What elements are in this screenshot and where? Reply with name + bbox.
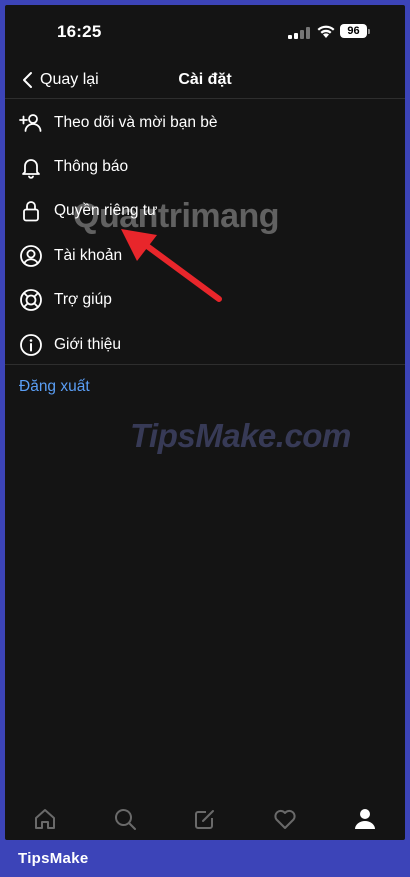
watermark-tipsmake: TipsMake.com	[130, 417, 351, 454]
menu-item-about[interactable]: Giới thiệu	[5, 323, 405, 367]
status-time: 16:25	[57, 22, 102, 41]
red-arrow-annotation	[121, 229, 222, 302]
status-bar: 16:25 96	[5, 5, 405, 59]
compose-icon[interactable]	[191, 805, 219, 833]
menu-item-label: Thông báo	[54, 158, 129, 175]
add-person-icon	[19, 114, 42, 132]
nav-header: Quay lại Cài đặt	[5, 59, 405, 99]
menu-item-notifications[interactable]: Thông báo	[5, 145, 405, 189]
footer-brand: TipsMake	[18, 850, 89, 867]
home-icon[interactable]	[31, 805, 59, 833]
lock-icon	[23, 201, 39, 222]
heart-icon[interactable]	[271, 805, 299, 833]
search-icon[interactable]	[111, 805, 139, 833]
page-title: Cài đặt	[178, 71, 232, 88]
logout-link[interactable]: Đăng xuất	[19, 378, 90, 396]
bell-icon	[22, 159, 40, 179]
menu-item-label: Giới thiệu	[54, 336, 122, 353]
menu-item-label: Tài khoản	[54, 247, 123, 264]
signal-icon	[288, 27, 310, 39]
battery-icon: 96	[340, 24, 367, 38]
account-circle-icon	[20, 245, 42, 267]
menu-item-label: Theo dõi và mời bạn bè	[54, 114, 218, 131]
phone-screen: 16:25 96 Quay lại Cài đặt Theo dõi và mờ…	[5, 5, 405, 840]
menu-item-follow-invite[interactable]: Theo dõi và mời bạn bè	[5, 101, 405, 145]
menu-divider	[5, 364, 405, 365]
header-divider	[5, 98, 405, 99]
menu-item-label: Trợ giúp	[54, 291, 112, 308]
wifi-icon	[317, 25, 335, 38]
info-icon	[20, 334, 42, 356]
lifebuoy-icon	[20, 289, 42, 311]
battery-tip	[368, 29, 370, 34]
profile-icon[interactable]	[351, 805, 379, 833]
tab-bar	[5, 799, 405, 839]
